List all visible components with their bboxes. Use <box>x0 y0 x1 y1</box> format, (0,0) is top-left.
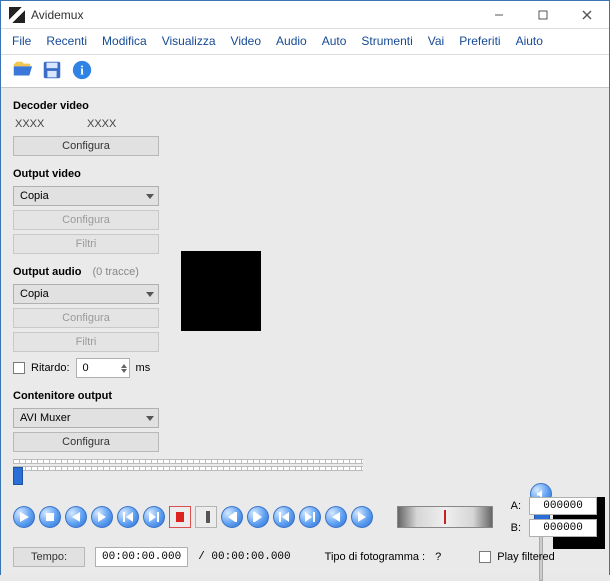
video-configure-button[interactable]: Configura <box>13 210 159 230</box>
next-frame-button[interactable] <box>91 506 113 528</box>
marker-a-label: A: <box>511 500 521 512</box>
menu-vai[interactable]: Vai <box>421 32 451 50</box>
delay-unit: ms <box>136 362 151 374</box>
delay-checkbox[interactable]: Ritardo: <box>13 362 70 374</box>
maximize-button[interactable] <box>521 1 565 29</box>
open-file-icon[interactable] <box>11 59 33 81</box>
menu-preferiti[interactable]: Preferiti <box>452 32 507 50</box>
toolbar: i <box>1 55 609 88</box>
app-title: Avidemux <box>31 8 83 22</box>
decoder-val2: XXXX <box>87 118 127 130</box>
next-black-frame-button[interactable] <box>247 506 269 528</box>
info-icon[interactable]: i <box>71 59 93 81</box>
chevron-down-icon <box>146 416 154 421</box>
spin-up-icon[interactable] <box>121 364 127 368</box>
goto-marker-b-button[interactable] <box>351 506 373 528</box>
muxer-value: AVI Muxer <box>20 412 71 424</box>
close-button[interactable] <box>565 1 609 29</box>
output-audio-header-text: Output audio <box>13 266 81 278</box>
decoder-header: Decoder video <box>13 100 181 112</box>
checkbox-box <box>13 362 25 374</box>
stop-button[interactable] <box>39 506 61 528</box>
delay-label: Ritardo: <box>31 362 70 374</box>
marker-b-label: B: <box>511 522 521 534</box>
video-codec-value: Copia <box>20 190 49 202</box>
muxer-configure-button[interactable]: Configura <box>13 432 159 452</box>
set-marker-a-button[interactable] <box>169 506 191 528</box>
video-filters-button[interactable]: Filtri <box>13 234 159 254</box>
output-video-section: Output video Copia Configura Filtri <box>13 168 181 254</box>
decoder-section: Decoder video XXXX XXXX Configura <box>13 100 181 156</box>
menu-aiuto[interactable]: Aiuto <box>509 32 550 50</box>
chevron-down-icon <box>146 194 154 199</box>
time-row: Tempo: 00:00:00.000 / 00:00:00.000 Tipo … <box>13 547 597 567</box>
menu-visualizza[interactable]: Visualizza <box>155 32 223 50</box>
output-audio-header: Output audio (0 tracce) <box>13 266 181 278</box>
checkbox-box <box>479 551 491 563</box>
titlebar: Avidemux <box>1 1 609 29</box>
menu-modifica[interactable]: Modifica <box>95 32 154 50</box>
menubar: File Recenti Modifica Visualizza Video A… <box>1 29 609 55</box>
video-preview <box>181 251 261 331</box>
output-video-header: Output video <box>13 168 181 180</box>
menu-auto[interactable]: Auto <box>315 32 354 50</box>
bottom-area: A: 000000 B: 000000 Tempo: 00:00:00.000 … <box>13 457 597 567</box>
time-current[interactable]: 00:00:00.000 <box>95 547 188 567</box>
goto-marker-a-button[interactable] <box>325 506 347 528</box>
frame-type-value: ? <box>435 551 441 563</box>
menu-strumenti[interactable]: Strumenti <box>354 32 419 50</box>
audio-codec-combo[interactable]: Copia <box>13 284 159 304</box>
output-audio-section: Output audio (0 tracce) Copia Configura … <box>13 266 181 378</box>
prev-frame-button[interactable] <box>65 506 87 528</box>
marker-b-value: 000000 <box>529 519 597 537</box>
marker-a-value: 000000 <box>529 497 597 515</box>
time-button[interactable]: Tempo: <box>13 547 85 567</box>
audio-configure-button[interactable]: Configura <box>13 308 159 328</box>
delay-value: 0 <box>83 362 89 374</box>
video-codec-combo[interactable]: Copia <box>13 186 159 206</box>
transport-bar: A: 000000 B: 000000 <box>13 497 597 537</box>
decoder-val1: XXXX <box>15 118 55 130</box>
goto-start-button[interactable] <box>273 506 295 528</box>
frame-type-label: Tipo di fotogramma : <box>325 551 425 563</box>
next-keyframe-button[interactable] <box>143 506 165 528</box>
prev-keyframe-button[interactable] <box>117 506 139 528</box>
menu-video[interactable]: Video <box>224 32 268 50</box>
svg-text:i: i <box>80 64 84 78</box>
spin-down-icon[interactable] <box>121 369 127 373</box>
audio-tracks-note: (0 tracce) <box>93 266 139 278</box>
decoder-configure-button[interactable]: Configura <box>13 136 159 156</box>
container-section: Contenitore output AVI Muxer Configura <box>13 390 181 452</box>
audio-filters-button[interactable]: Filtri <box>13 332 159 352</box>
play-filtered-label: Play filtered <box>497 551 554 563</box>
menu-audio[interactable]: Audio <box>269 32 314 50</box>
delay-spin[interactable]: 0 <box>76 358 130 378</box>
menu-recenti[interactable]: Recenti <box>39 32 94 50</box>
main-panel: Decoder video XXXX XXXX Configura Output… <box>1 88 609 575</box>
minimize-button[interactable] <box>477 1 521 29</box>
save-icon[interactable] <box>41 59 63 81</box>
nav-wheel[interactable] <box>397 506 493 528</box>
app-icon <box>9 7 25 23</box>
prev-black-frame-button[interactable] <box>221 506 243 528</box>
muxer-combo[interactable]: AVI Muxer <box>13 408 159 428</box>
chevron-down-icon <box>146 292 154 297</box>
audio-codec-value: Copia <box>20 288 49 300</box>
timeline[interactable] <box>13 459 363 489</box>
timeline-playhead[interactable] <box>13 467 23 485</box>
menu-file[interactable]: File <box>5 32 38 50</box>
set-marker-b-button[interactable] <box>195 506 217 528</box>
play-button[interactable] <box>13 506 35 528</box>
container-header: Contenitore output <box>13 390 181 402</box>
play-filtered-checkbox[interactable]: Play filtered <box>479 551 554 563</box>
time-total: / 00:00:00.000 <box>198 551 290 563</box>
goto-end-button[interactable] <box>299 506 321 528</box>
